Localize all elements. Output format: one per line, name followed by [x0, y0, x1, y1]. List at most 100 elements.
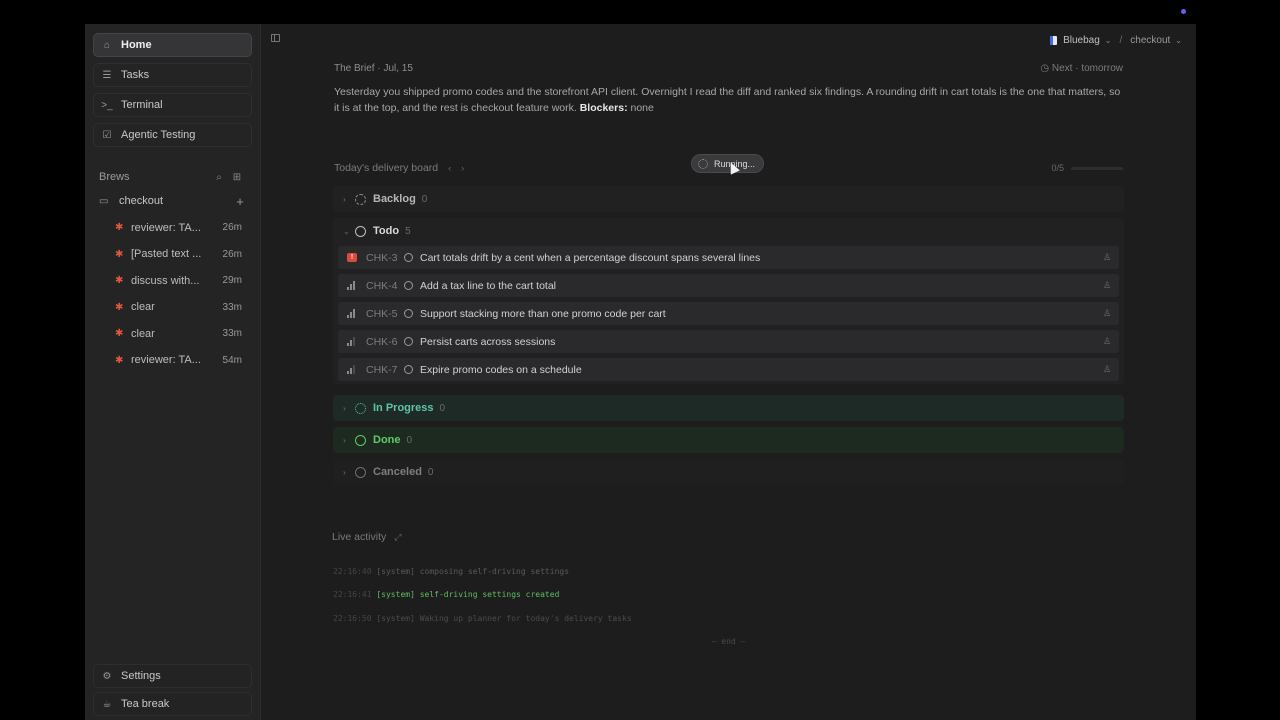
- chevron-down-icon[interactable]: ⌄: [1175, 36, 1182, 45]
- brew-item[interactable]: ✱ [Pasted text ... 26m: [93, 246, 252, 262]
- cup-icon: ☕: [102, 698, 112, 710]
- assignee-icon[interactable]: ♙: [1103, 336, 1119, 347]
- breadcrumb-separator: /: [1119, 35, 1123, 46]
- main-panel: Bluebag ⌄ / checkout ⌄ The Brief · Jul, …: [261, 24, 1196, 720]
- brew-name: [Pasted text ...: [131, 248, 202, 260]
- brew-name: clear: [131, 301, 155, 313]
- chevron-left-icon[interactable]: ‹: [448, 163, 451, 173]
- brew-item[interactable]: ✱ clear 33m: [93, 299, 252, 315]
- group-label: In Progress: [373, 402, 434, 414]
- workspace-logo-icon: [1050, 36, 1058, 45]
- nav-agentic-testing[interactable]: ☑ Agentic Testing: [93, 123, 252, 147]
- chevron-right-icon[interactable]: ›: [461, 163, 464, 173]
- urgent-priority-icon: !: [347, 253, 357, 262]
- task-title: Cart totals drift by a cent when a perce…: [420, 251, 761, 264]
- chevron-right-icon: ›: [343, 467, 346, 477]
- nav-home-label: Home: [121, 39, 152, 51]
- live-activity-title: Live activity: [332, 531, 387, 543]
- log-text: [system] composing self-driving settings: [376, 567, 570, 576]
- brief-header: The Brief · Jul, 15 ◷ Next · tomorrow: [334, 63, 1123, 74]
- brew-status-icon: ✱: [115, 354, 124, 366]
- task-row[interactable]: CHK-4 Add a tax line to the cart total ♙: [338, 274, 1119, 297]
- group-canceled[interactable]: › Canceled 0: [333, 459, 1124, 485]
- brief-text: Yesterday you shipped promo codes and th…: [334, 84, 1123, 116]
- brew-age: 54m: [222, 354, 242, 366]
- brew-status-icon: ✱: [115, 301, 124, 313]
- log-time: 22:16:41: [333, 590, 372, 599]
- group-label: Canceled: [373, 466, 422, 478]
- add-brew-icon[interactable]: +: [234, 194, 246, 209]
- nav-home[interactable]: ⌂ Home: [93, 33, 252, 57]
- task-row[interactable]: CHK-7 Expire promo codes on a schedule ♙: [338, 358, 1119, 381]
- todo-status-icon[interactable]: [404, 365, 413, 374]
- brew-status-icon: ✱: [115, 222, 124, 233]
- settings-label: Settings: [121, 670, 161, 682]
- chevron-right-icon: ›: [343, 403, 346, 413]
- brew-item[interactable]: ✱ clear 33m: [93, 326, 252, 342]
- task-title: Support stacking more than one promo cod…: [420, 307, 666, 320]
- group-count: 5: [405, 225, 411, 237]
- group-todo[interactable]: ⌄ Todo 5: [333, 218, 1124, 244]
- task-id: CHK-7: [366, 363, 398, 376]
- blockers-label: Blockers:: [579, 102, 628, 114]
- log-line: 22:16:40 [system] composing self-driving…: [333, 567, 569, 576]
- brews-label: Brews: [99, 171, 130, 183]
- toggle-sidebar-icon[interactable]: [271, 34, 280, 42]
- assignee-icon[interactable]: ♙: [1103, 252, 1119, 263]
- task-row[interactable]: CHK-6 Persist carts across sessions ♙: [338, 330, 1119, 353]
- done-status-icon: [355, 434, 366, 446]
- task-row[interactable]: CHK-5 Support stacking more than one pro…: [338, 302, 1119, 325]
- brew-name: clear: [131, 327, 155, 340]
- new-folder-icon[interactable]: ⊞: [228, 172, 246, 183]
- breadcrumb: Bluebag ⌄ / checkout ⌄: [1050, 35, 1182, 46]
- assignee-icon[interactable]: ♙: [1103, 308, 1119, 319]
- sidebar: ⌂ Home ☰ Tasks >_ Terminal ☑ Agentic Tes…: [85, 24, 261, 720]
- project-switcher[interactable]: checkout: [1130, 35, 1170, 46]
- todo-status-icon[interactable]: [404, 281, 413, 290]
- live-activity-header: Live activity ⤢: [332, 531, 401, 543]
- group-label: Backlog: [373, 193, 416, 205]
- task-title: Persist carts across sessions: [420, 335, 556, 348]
- todo-status-icon[interactable]: [404, 253, 413, 262]
- brief-title: The Brief · Jul, 15: [334, 63, 413, 74]
- tea-break-label: Tea break: [121, 698, 170, 710]
- settings-button[interactable]: ⚙ Settings: [93, 664, 252, 688]
- chevron-right-icon: ›: [343, 435, 346, 445]
- assignee-icon[interactable]: ♙: [1103, 364, 1119, 375]
- group-count: 0: [406, 434, 413, 446]
- brew-item[interactable]: ✱ reviewer: TA... 54m: [93, 352, 252, 368]
- group-done[interactable]: › Done 0: [333, 427, 1124, 453]
- log-end-marker: — end —: [711, 637, 746, 646]
- folder-checkout[interactable]: ▭ checkout +: [93, 193, 252, 209]
- brew-age: 26m: [222, 222, 242, 233]
- assignee-icon[interactable]: ♙: [1103, 280, 1119, 291]
- brew-item[interactable]: ✱ reviewer: TA... 26m: [93, 220, 252, 236]
- workspace-switcher[interactable]: Bluebag: [1063, 35, 1100, 46]
- app-window: ⌂ Home ☰ Tasks >_ Terminal ☑ Agentic Tes…: [85, 24, 1196, 720]
- nav-terminal[interactable]: >_ Terminal: [93, 93, 252, 117]
- todo-status-icon[interactable]: [404, 337, 413, 346]
- group-in-progress[interactable]: › In Progress 0: [333, 395, 1124, 421]
- board-title: Today's delivery board: [334, 162, 439, 174]
- expand-icon[interactable]: ⤢: [394, 532, 401, 543]
- chevron-down-icon[interactable]: ⌄: [1105, 36, 1112, 45]
- brief-body: Yesterday you shipped promo codes and th…: [334, 86, 1121, 114]
- brew-item[interactable]: ✱ discuss with... 29m: [93, 273, 252, 289]
- nav-terminal-label: Terminal: [121, 99, 163, 111]
- blockers-value: none: [630, 102, 654, 114]
- group-backlog[interactable]: › Backlog 0: [333, 186, 1124, 212]
- search-icon[interactable]: ⌕: [210, 172, 228, 183]
- brew-age: 29m: [222, 275, 242, 286]
- folder-label: checkout: [119, 195, 164, 207]
- nav-tasks-label: Tasks: [121, 69, 150, 81]
- task-row[interactable]: ! CHK-3 Cart totals drift by a cent when…: [338, 246, 1119, 269]
- tea-break-button[interactable]: ☕ Tea break: [93, 692, 252, 716]
- home-icon: ⌂: [103, 39, 111, 51]
- brew-age: 33m: [222, 328, 242, 339]
- brew-status-icon: ✱: [115, 248, 124, 260]
- nav-tasks[interactable]: ☰ Tasks: [93, 63, 252, 87]
- todo-status-icon[interactable]: [404, 309, 413, 318]
- task-id: CHK-5: [366, 307, 398, 320]
- group-count: 0: [427, 466, 434, 478]
- brew-age: 26m: [222, 248, 242, 260]
